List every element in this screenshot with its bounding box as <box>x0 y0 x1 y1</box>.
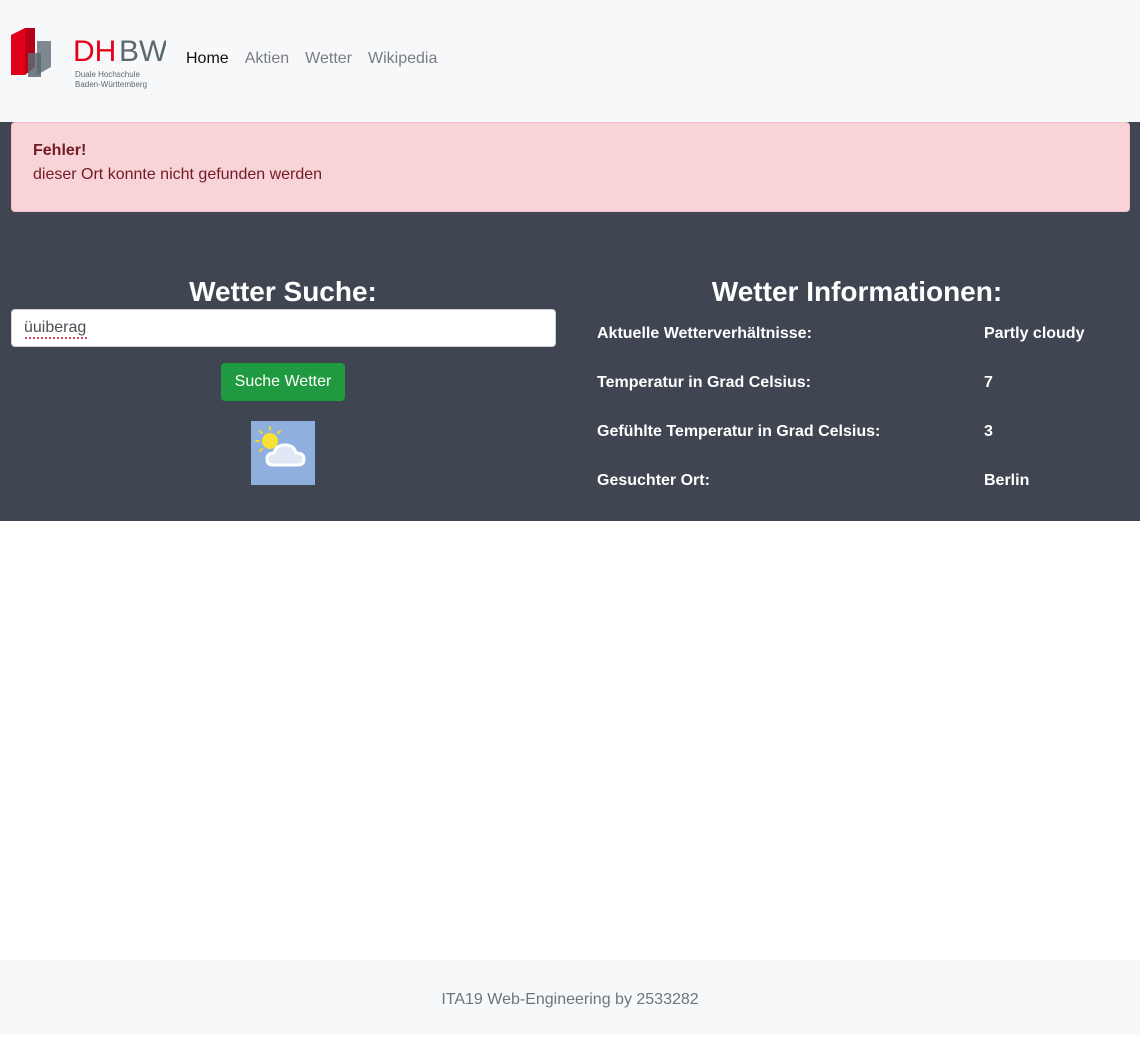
alert-title: Fehler! <box>33 142 87 159</box>
info-row-condition: Aktuelle Wetterverhältnisse: Partly clou… <box>585 309 1129 358</box>
info-value: 7 <box>984 374 993 391</box>
error-alert: Fehler! dieser Ort konnte nicht gefunden… <box>11 122 1130 212</box>
info-heading: Wetter Informationen: <box>711 276 1003 308</box>
logo-wordmark-dh: DH <box>73 35 116 68</box>
info-row-feels-like: Gefühlte Temperatur in Grad Celsius: 3 <box>585 407 1129 456</box>
weather-info-table: Aktuelle Wetterverhältnisse: Partly clou… <box>585 309 1129 505</box>
info-label: Gesuchter Ort: <box>597 472 710 489</box>
nav-link-aktien[interactable]: Aktien <box>245 48 289 70</box>
search-weather-button[interactable]: Suche Wetter <box>221 363 345 401</box>
info-label: Temperatur in Grad Celsius: <box>597 374 811 391</box>
nav-link-wikipedia[interactable]: Wikipedia <box>368 48 437 70</box>
info-label: Gefühlte Temperatur in Grad Celsius: <box>597 423 881 440</box>
info-row-location: Gesuchter Ort: Berlin <box>585 456 1129 505</box>
footer: ITA19 Web-Engineering by 2533282 <box>0 960 1140 1035</box>
search-heading: Wetter Suche: <box>189 276 377 308</box>
nav-link-wetter[interactable]: Wetter <box>305 48 352 70</box>
dhbw-logo[interactable]: DH BW Duale Hochschule Baden-Württemberg <box>11 27 166 91</box>
info-row-temperature: Temperatur in Grad Celsius: 7 <box>585 358 1129 407</box>
weather-section: Wetter Suche: Suche Wetter Wetter Inform… <box>0 212 1140 521</box>
logo-line-1: Duale Hochschule <box>75 70 140 79</box>
nav-links: Home Aktien Wetter Wikipedia <box>186 48 453 70</box>
alert-message: dieser Ort konnte nicht gefunden werden <box>33 166 323 183</box>
partly-cloudy-icon <box>251 421 315 485</box>
logo-wordmark-bw: BW <box>119 35 166 68</box>
logo-line-2: Baden-Württemberg <box>75 80 147 89</box>
nav-link-home[interactable]: Home <box>186 48 229 70</box>
search-input[interactable] <box>11 309 556 347</box>
info-value: 3 <box>984 423 993 440</box>
info-value: Berlin <box>984 472 1030 489</box>
footer-text: ITA19 Web-Engineering by 2533282 <box>441 991 699 1008</box>
navbar: DH BW Duale Hochschule Baden-Württemberg… <box>0 0 1140 122</box>
info-label: Aktuelle Wetterverhältnisse: <box>597 325 812 342</box>
info-value: Partly cloudy <box>984 325 1085 342</box>
